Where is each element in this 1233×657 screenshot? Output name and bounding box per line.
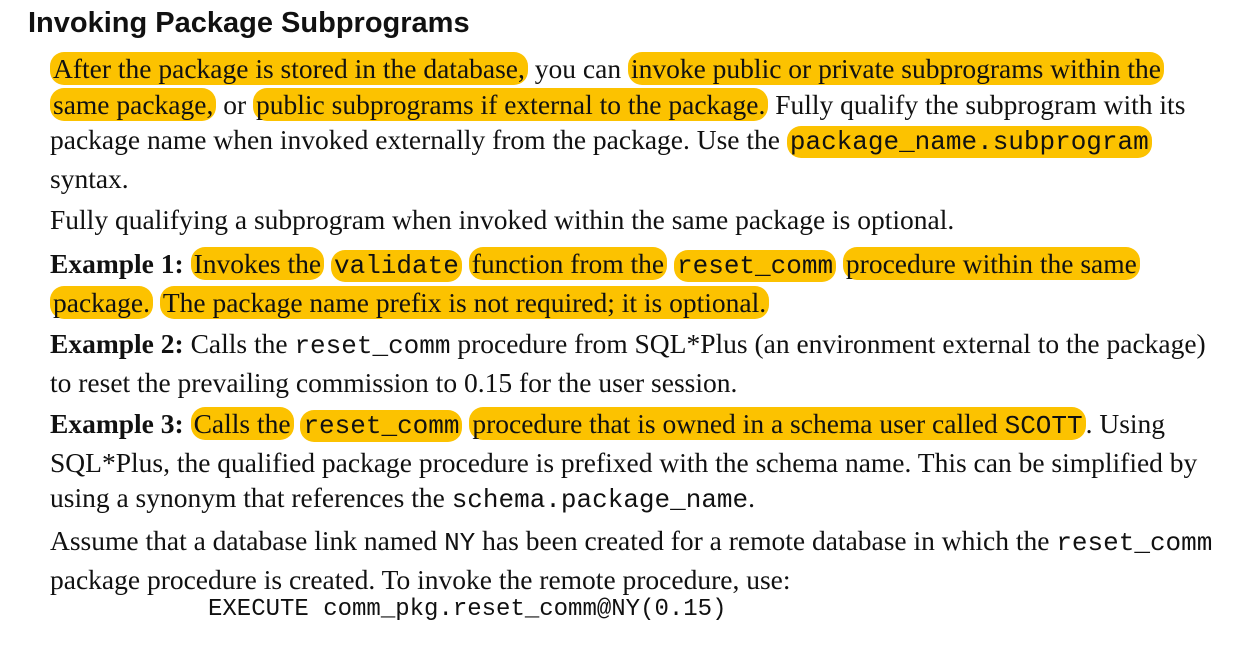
highlight-3: public subprograms if external to the pa… <box>253 87 769 121</box>
code-reset-comm: reset_comm <box>1056 528 1213 558</box>
paragraph-optional: Fully qualifying a subprogram when invok… <box>50 204 955 235</box>
code-execute-line: EXECUTE comm_pkg.reset_comm@NY(0.15) <box>208 596 727 623</box>
highlight-ex1-d: The package name prefix is not required;… <box>159 285 770 319</box>
code-validate: validate <box>330 250 462 282</box>
code-reset-comm: reset_comm <box>300 410 463 442</box>
body-text: After the package is stored in the datab… <box>50 51 1222 597</box>
paragraph-example-3: Example 3: Calls the reset_comm procedur… <box>50 406 1222 523</box>
paragraph-remote: Assume that a database link named NY has… <box>50 523 1222 597</box>
paragraph-example-2: Example 2: Calls the reset_comm procedur… <box>50 326 1222 406</box>
text-span: Calls the <box>183 328 295 359</box>
code-schema-package-name: schema.package_name <box>451 485 749 515</box>
code-package-subprogram: package_name.subprogram <box>786 126 1152 158</box>
paragraph-example-1: Example 1: Invokes the validate function… <box>50 246 1222 326</box>
example-2-label: Example 2: <box>50 328 184 359</box>
page-title: Invoking Package Subprograms <box>28 7 470 39</box>
example-1-label: Example 1: <box>50 248 184 279</box>
highlight-1: After the package is stored in the datab… <box>50 52 528 85</box>
highlight-ex1-a: Invokes the <box>190 247 325 280</box>
text-span: package procedure is created. To invoke … <box>50 563 791 595</box>
text-span: Assume that a database link named <box>50 525 445 556</box>
paragraph-intro: After the package is stored in the datab… <box>50 51 1222 202</box>
example-3-label: Example 3: <box>50 408 184 439</box>
text-span: or <box>216 88 253 120</box>
highlight-ex1-b: function from the <box>468 247 668 280</box>
text-span: you can <box>527 53 628 84</box>
code-reset-comm: reset_comm <box>294 331 451 361</box>
slide-page: Invoking Package Subprograms After the p… <box>0 0 1233 657</box>
text-span: has been created for a remote database i… <box>475 525 1057 556</box>
highlight-ex3-a: Calls the <box>190 407 294 440</box>
text-span: syntax. <box>50 162 129 194</box>
code-reset-comm: reset_comm <box>674 250 837 282</box>
code-ny: NY <box>444 528 476 558</box>
text-span: . <box>748 482 756 513</box>
highlight-ex3-b: procedure that is owned in a schema user… <box>469 407 1086 441</box>
text-span: procedure that is owned in a schema user… <box>472 408 1005 439</box>
code-scott: SCOTT <box>1004 411 1083 441</box>
